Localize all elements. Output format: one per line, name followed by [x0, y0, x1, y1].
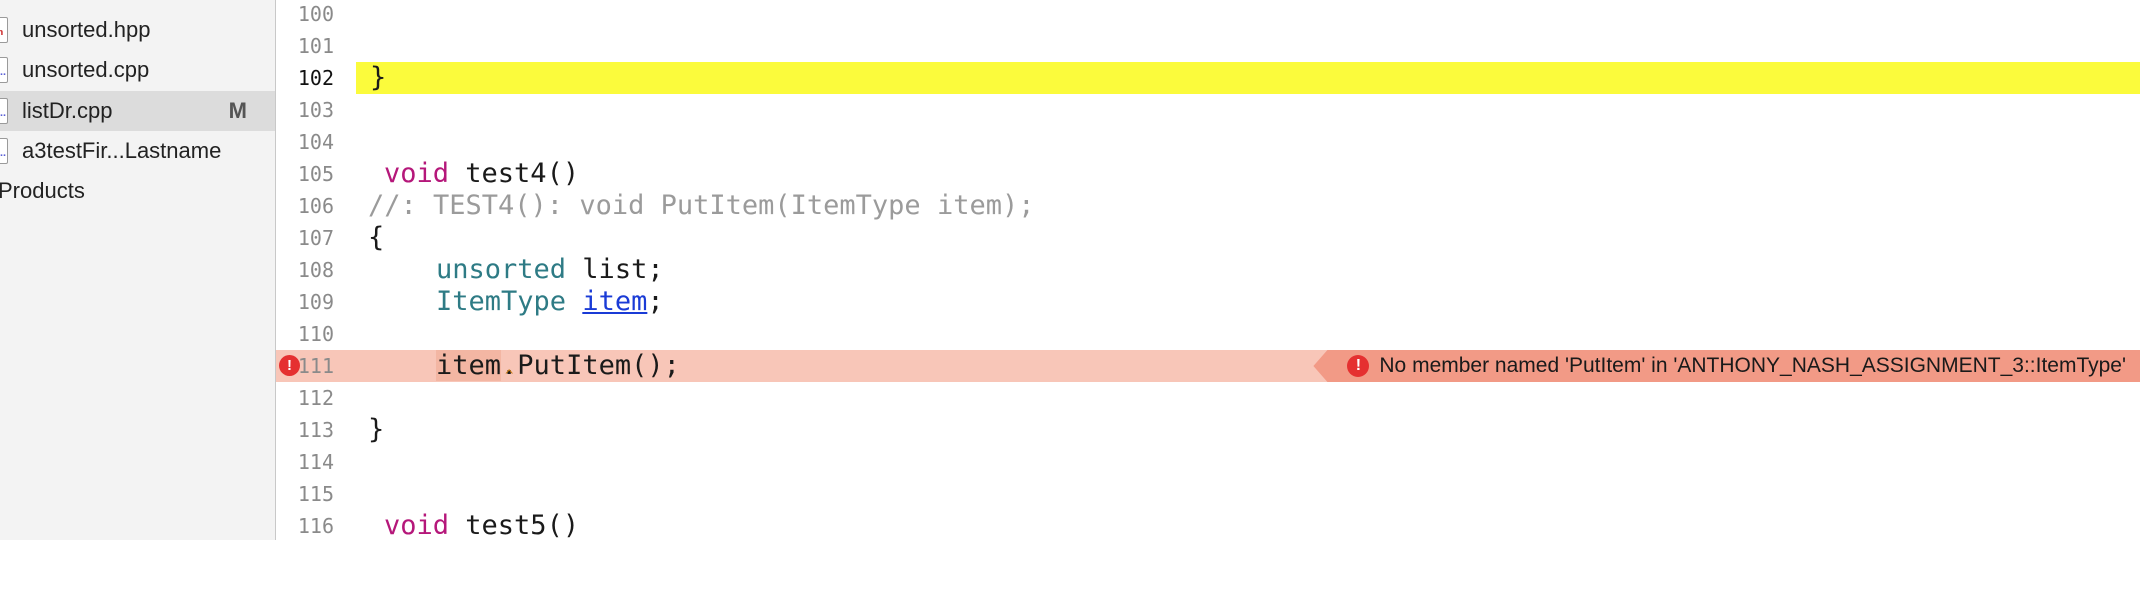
function-signature: test5() — [449, 510, 580, 541]
line-number: 116 — [297, 514, 334, 538]
line-number: 105 — [297, 162, 334, 186]
closing-brace: } — [368, 414, 385, 445]
member-access-dot: . ^ — [501, 350, 518, 384]
symbol-link[interactable]: item — [582, 286, 647, 317]
method-call: PutItem(); — [517, 350, 680, 381]
type-name: unsorted — [436, 254, 567, 285]
line-number: 106 — [297, 194, 334, 218]
code-text: void test4() — [384, 158, 579, 190]
comment: //: TEST4(): void PutItem(ItemType item)… — [368, 190, 1035, 221]
function-signature: test4() — [449, 158, 580, 189]
code-text: void test5() — [384, 510, 579, 542]
line-number: 112 — [297, 386, 334, 410]
line-number: 114 — [297, 450, 334, 474]
sidebar-item-a3testfile[interactable]: … a3testFir...Lastname — [0, 131, 275, 171]
line-number: 108 — [297, 258, 334, 282]
sidebar-item-label: listDr.cpp — [22, 98, 113, 123]
line-number: 109 — [297, 290, 334, 314]
code-line-error[interactable]: item. ^ PutItem(); ! No member named 'PutI… — [356, 350, 2140, 384]
closing-brace: } — [370, 62, 387, 93]
code-line[interactable] — [356, 30, 2140, 62]
source-file-icon: … — [0, 138, 8, 164]
header-file-icon: h — [0, 17, 8, 43]
error-icon[interactable]: ! — [279, 355, 300, 376]
opening-brace: { — [368, 222, 385, 253]
highlighted-symbol: item — [436, 350, 502, 381]
line-number-current: 102 — [297, 66, 334, 90]
line-number: 110 — [297, 322, 334, 346]
sidebar-item-unsorted-cpp[interactable]: … unsorted.cpp — [0, 50, 275, 90]
line-number-error[interactable]: ! 111 — [276, 350, 356, 382]
modified-badge: M — [228, 98, 247, 123]
code-line-current[interactable]: } — [356, 62, 2140, 94]
code-line[interactable] — [356, 446, 2140, 478]
code-line[interactable] — [356, 126, 2140, 158]
source-file-icon: … — [0, 57, 8, 83]
code-line[interactable]: void test5() — [356, 510, 2140, 542]
code-editor[interactable]: } void test4() //: TEST4(): void PutItem… — [356, 0, 2140, 542]
line-number: 107 — [297, 226, 334, 250]
code-line[interactable] — [356, 382, 2140, 414]
line-number: 113 — [297, 418, 334, 442]
code-line[interactable]: //: TEST4(): void PutItem(ItemType item)… — [356, 190, 2140, 222]
code-line[interactable] — [356, 0, 2140, 30]
line-number: 103 — [297, 98, 334, 122]
line-number-text: 111 — [297, 354, 334, 378]
sidebar-item-unsorted-hpp[interactable]: h unsorted.hpp — [0, 10, 275, 50]
code-line[interactable] — [356, 478, 2140, 510]
line-number: 100 — [297, 2, 334, 26]
error-annotation[interactable]: ! No member named 'PutItem' in 'ANTHONY_… — [1313, 350, 2140, 382]
code-line[interactable]: ItemType item; — [356, 286, 2140, 318]
sidebar-item-label: unsorted.cpp — [22, 57, 150, 82]
error-caret-icon: ^ — [505, 368, 514, 384]
project-navigator: h unsorted.hpp … unsorted.cpp … listDr.c… — [0, 0, 276, 540]
code-line[interactable]: } — [356, 414, 2140, 446]
code-line[interactable]: { — [356, 222, 2140, 254]
code-text: unsorted list; — [436, 254, 664, 286]
sidebar-group-products[interactable]: Products — [0, 171, 275, 211]
sidebar-item-label: unsorted.hpp — [22, 17, 151, 42]
code-line[interactable] — [356, 94, 2140, 126]
keyword: void — [384, 158, 450, 189]
sidebar-item-listdr-cpp[interactable]: … listDr.cpp M — [0, 91, 275, 131]
error-message: No member named 'PutItem' in 'ANTHONY_NA… — [1379, 354, 2126, 377]
keyword: void — [384, 510, 450, 541]
line-number: 101 — [297, 34, 334, 58]
type-name: ItemType — [436, 286, 567, 317]
line-number: 115 — [297, 482, 334, 506]
code-line[interactable] — [356, 318, 2140, 350]
sidebar-item-label: a3testFir...Lastname — [22, 138, 222, 163]
error-icon: ! — [1347, 355, 1370, 377]
source-file-icon: … — [0, 98, 8, 124]
line-number: 104 — [297, 130, 334, 154]
declaration: list; — [566, 254, 664, 285]
line-number-gutter: 100 101 102 103 104 105 106 107 108 109 … — [276, 0, 356, 540]
code-text: ItemType item; — [436, 286, 664, 318]
code-line[interactable]: void test4() — [356, 158, 2140, 190]
code-line[interactable]: unsorted list; — [356, 254, 2140, 286]
group-label: Products — [0, 178, 85, 203]
semicolon: ; — [647, 286, 664, 317]
code-text: item. ^ PutItem(); — [436, 350, 680, 384]
